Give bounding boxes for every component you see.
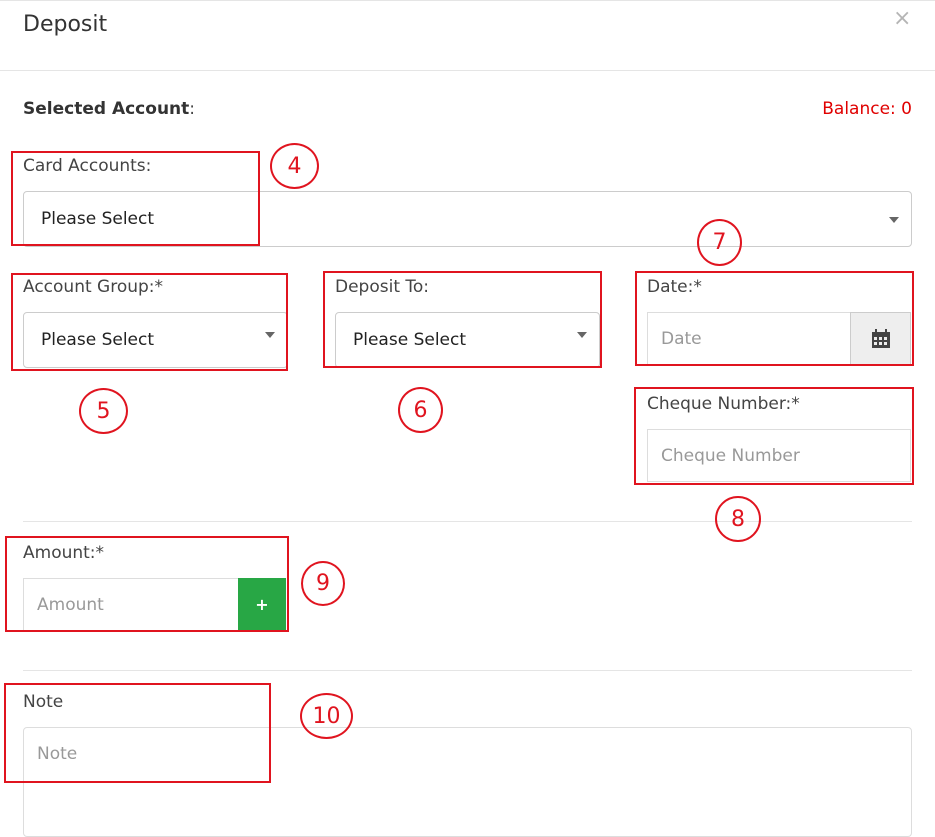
annotation-number: 7 bbox=[697, 219, 742, 266]
annotation-box bbox=[634, 387, 914, 485]
divider bbox=[23, 670, 912, 671]
annotation-box bbox=[635, 271, 914, 366]
divider bbox=[23, 521, 912, 522]
close-button[interactable]: × bbox=[893, 6, 911, 32]
annotation-number: 4 bbox=[270, 143, 319, 189]
annotation-number: 10 bbox=[300, 693, 353, 739]
annotation-box bbox=[323, 271, 602, 368]
chevron-down-icon bbox=[889, 217, 899, 223]
balance-text: Balance: 0 bbox=[822, 99, 912, 119]
annotation-box bbox=[4, 683, 271, 783]
selected-account-label: Selected Account bbox=[23, 99, 190, 119]
modal-title: Deposit bbox=[23, 12, 108, 37]
annotation-number: 6 bbox=[398, 387, 443, 433]
annotation-number: 5 bbox=[79, 388, 128, 434]
annotation-box bbox=[11, 151, 260, 246]
selected-account-row: Selected Account: bbox=[23, 99, 195, 119]
annotation-number: 8 bbox=[715, 496, 761, 542]
annotation-box bbox=[11, 273, 288, 371]
selected-account-colon: : bbox=[189, 99, 196, 119]
modal-header bbox=[0, 0, 935, 71]
annotation-number: 9 bbox=[301, 561, 345, 606]
annotation-box bbox=[5, 536, 289, 632]
